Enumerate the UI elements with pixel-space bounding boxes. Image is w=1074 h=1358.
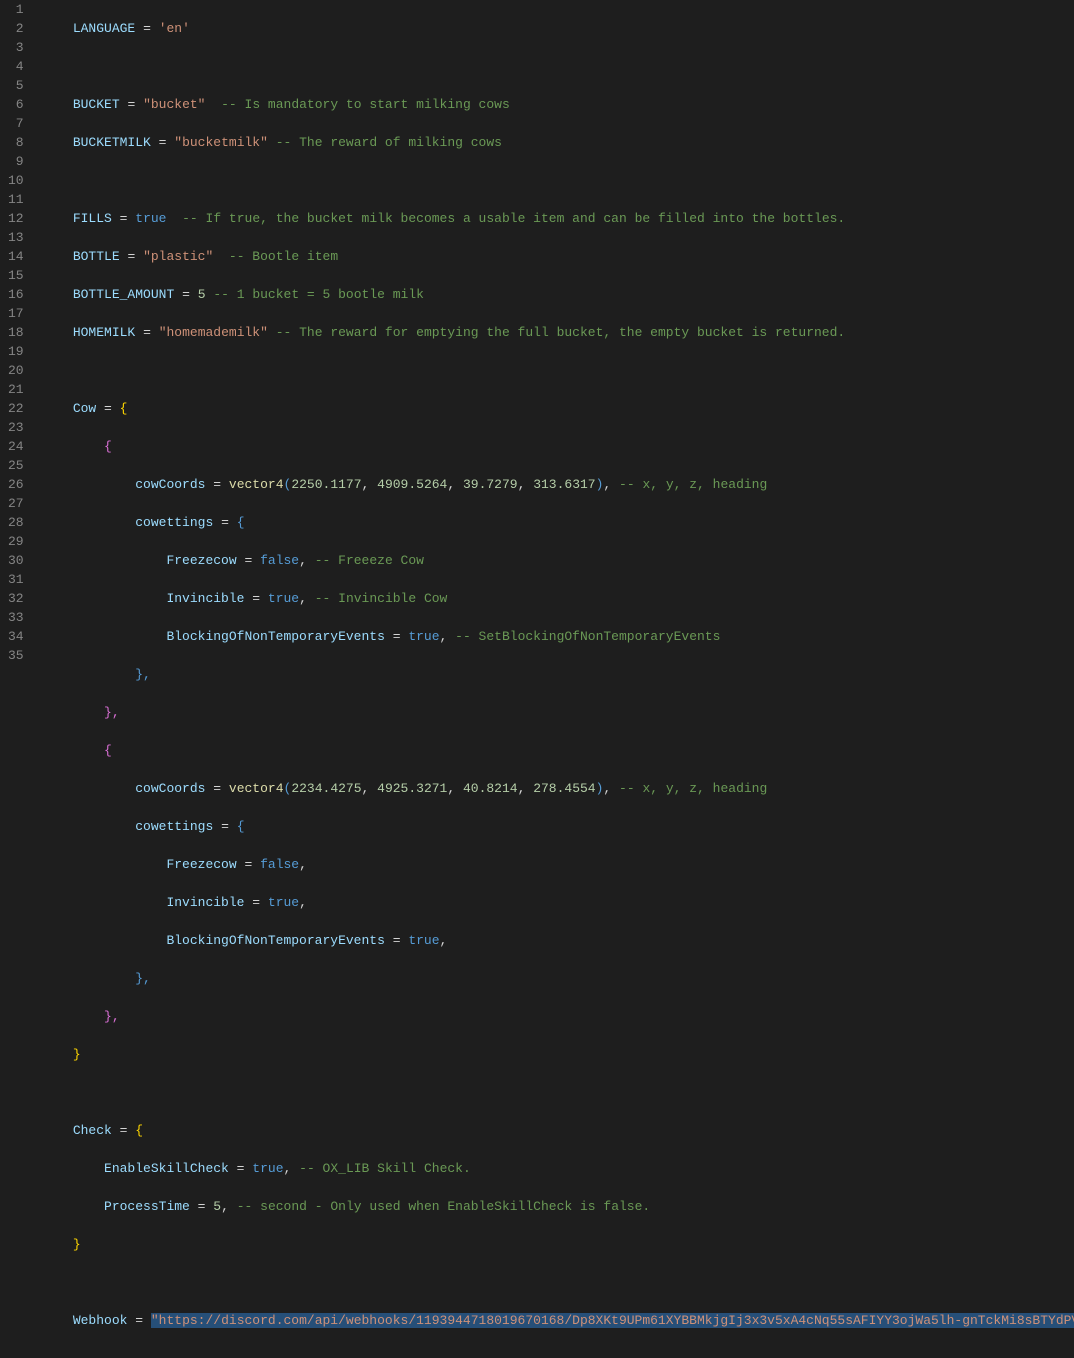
code-line[interactable]: EnableSkillCheck = true, -- OX_LIB Skill…: [42, 1159, 1074, 1178]
code-line[interactable]: cowCoords = vector4(2234.4275, 4925.3271…: [42, 779, 1074, 798]
code-line[interactable]: BUCKET = "bucket" -- Is mandatory to sta…: [42, 95, 1074, 114]
line-number: 35: [8, 646, 24, 665]
code-line[interactable]: Invincible = true,: [42, 893, 1074, 912]
line-number: 6: [8, 95, 24, 114]
code-line[interactable]: LANGUAGE = 'en': [42, 19, 1074, 38]
line-number: 2: [8, 19, 24, 38]
line-number: 28: [8, 513, 24, 532]
line-number: 12: [8, 209, 24, 228]
code-line[interactable]: FILLS = true -- If true, the bucket milk…: [42, 209, 1074, 228]
line-number: 19: [8, 342, 24, 361]
code-line[interactable]: [42, 1083, 1074, 1102]
line-number: 34: [8, 627, 24, 646]
code-line[interactable]: Check = {: [42, 1121, 1074, 1140]
line-number: 22: [8, 399, 24, 418]
line-number: 18: [8, 323, 24, 342]
line-number: 29: [8, 532, 24, 551]
code-line[interactable]: BlockingOfNonTemporaryEvents = true, -- …: [42, 627, 1074, 646]
code-line[interactable]: cowettings = {: [42, 513, 1074, 532]
line-number: 23: [8, 418, 24, 437]
code-line[interactable]: },: [42, 969, 1074, 988]
code-line[interactable]: }: [42, 1045, 1074, 1064]
code-line[interactable]: HOMEMILK = "homemademilk" -- The reward …: [42, 323, 1074, 342]
line-number: 7: [8, 114, 24, 133]
code-line[interactable]: BUCKETMILK = "bucketmilk" -- The reward …: [42, 133, 1074, 152]
line-number: 30: [8, 551, 24, 570]
line-number: 16: [8, 285, 24, 304]
line-number: 13: [8, 228, 24, 247]
code-area[interactable]: LANGUAGE = 'en' BUCKET = "bucket" -- Is …: [38, 0, 1074, 1358]
line-number: 20: [8, 361, 24, 380]
line-number: 17: [8, 304, 24, 323]
code-editor[interactable]: 1 2 3 4 5 6 7 8 9 10 11 12 13 14 15 16 1…: [0, 0, 1074, 1358]
line-number: 27: [8, 494, 24, 513]
code-line[interactable]: {: [42, 437, 1074, 456]
line-number: 4: [8, 57, 24, 76]
code-line[interactable]: BlockingOfNonTemporaryEvents = true,: [42, 931, 1074, 950]
line-number: 11: [8, 190, 24, 209]
code-line[interactable]: },: [42, 665, 1074, 684]
code-line[interactable]: Invincible = true, -- Invincible Cow: [42, 589, 1074, 608]
line-number-gutter: 1 2 3 4 5 6 7 8 9 10 11 12 13 14 15 16 1…: [0, 0, 38, 1358]
line-number: 10: [8, 171, 24, 190]
code-line[interactable]: },: [42, 703, 1074, 722]
line-number: 33: [8, 608, 24, 627]
code-line[interactable]: cowCoords = vector4(2250.1177, 4909.5264…: [42, 475, 1074, 494]
line-number: 5: [8, 76, 24, 95]
code-line[interactable]: cowettings = {: [42, 817, 1074, 836]
code-line[interactable]: {: [42, 741, 1074, 760]
line-number: 1: [8, 0, 24, 19]
code-line[interactable]: Cow = {: [42, 399, 1074, 418]
code-line[interactable]: [42, 57, 1074, 76]
code-line[interactable]: [42, 1273, 1074, 1292]
code-line[interactable]: [42, 171, 1074, 190]
code-line[interactable]: BOTTLE = "plastic" -- Bootle item: [42, 247, 1074, 266]
line-number: 32: [8, 589, 24, 608]
code-line[interactable]: },: [42, 1007, 1074, 1026]
line-number: 15: [8, 266, 24, 285]
code-line[interactable]: Freezecow = false,: [42, 855, 1074, 874]
line-number: 14: [8, 247, 24, 266]
line-number: 8: [8, 133, 24, 152]
code-line[interactable]: ProcessTime = 5, -- second - Only used w…: [42, 1197, 1074, 1216]
selected-text: "https://discord.com/api/webhooks/119394…: [151, 1313, 1074, 1328]
code-line[interactable]: [42, 361, 1074, 380]
code-line[interactable]: }: [42, 1235, 1074, 1254]
line-number: 26: [8, 475, 24, 494]
line-number: 9: [8, 152, 24, 171]
code-line[interactable]: Webhook = "https://discord.com/api/webho…: [42, 1311, 1074, 1330]
code-line[interactable]: Freezecow = false, -- Freeeze Cow: [42, 551, 1074, 570]
line-number: 24: [8, 437, 24, 456]
line-number: 31: [8, 570, 24, 589]
code-line[interactable]: BOTTLE_AMOUNT = 5 -- 1 bucket = 5 bootle…: [42, 285, 1074, 304]
line-number: 21: [8, 380, 24, 399]
line-number: 25: [8, 456, 24, 475]
line-number: 3: [8, 38, 24, 57]
